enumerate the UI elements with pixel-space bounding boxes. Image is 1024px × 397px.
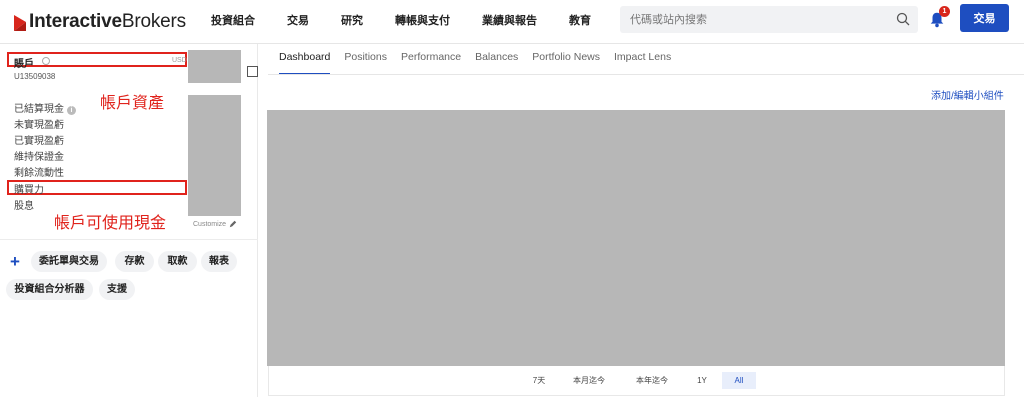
nav-performance-reports[interactable]: 業績與報告 [482,12,537,28]
metric-maintenance-margin: 維持保證金 [14,152,64,163]
collapse-panel-icon[interactable] [247,66,258,77]
add-edit-widgets-link[interactable]: 添加/編輯小組件 [931,87,1004,102]
metric-unrealized-pnl: 未實現盈虧 [14,120,64,131]
reports-button[interactable]: 報表 [201,251,237,272]
brand-name: InteractiveBrokers [29,11,186,32]
add-icon[interactable]: + [10,252,20,272]
annotation-account-assets: 帳戶資產 [100,95,165,112]
brand-logo[interactable]: InteractiveBrokers [14,11,186,33]
search-icon[interactable] [896,12,910,26]
annotation-available-cash: 帳戶可使用現金 [54,215,167,232]
notifications-bell[interactable]: 1 [928,6,950,29]
customize-link[interactable]: Customize [193,220,237,228]
account-id: U13509038 [14,72,56,81]
portfolio-analyst-button[interactable]: 投資組合分析器 [6,279,93,300]
hide-eye-icon[interactable] [42,57,50,65]
account-title[interactable]: 賬戶 [14,55,34,70]
divider [0,239,258,240]
logo-mark-icon [14,15,26,31]
redacted-dashboard-content [267,110,1005,366]
search-box [620,6,918,33]
nav-trade[interactable]: 交易 [287,12,309,28]
top-navbar: InteractiveBrokers 投資組合 交易 研究 轉帳與支付 業績與報… [0,0,1024,44]
redacted-balance [188,50,241,83]
support-button[interactable]: 支援 [99,279,135,300]
main-nav: 投資組合 交易 研究 轉帳與支付 業績與報告 教育 [211,0,623,40]
pencil-icon [229,220,237,228]
range-7d[interactable]: 7天 [527,372,551,389]
search-input[interactable] [630,6,890,33]
metric-settled-cash: 已結算現金 i [14,100,76,115]
tab-dashboard[interactable]: Dashboard [279,51,331,75]
nav-research[interactable]: 研究 [341,12,363,28]
range-1y[interactable]: 1Y [692,372,712,389]
trade-button[interactable]: 交易 [960,4,1009,32]
deposit-button[interactable]: 存款 [115,251,154,272]
withdraw-button[interactable]: 取款 [158,251,197,272]
account-currency: USD [172,57,187,64]
metric-dividends: 股息 [14,201,34,212]
main-tabs: Dashboard Positions Performance Balances… [279,51,685,75]
nav-transfer-pay[interactable]: 轉帳與支付 [395,12,450,28]
tab-balances[interactable]: Balances [475,51,518,75]
account-sidebar: 賬戶 USD U13509038 帳戶資產 已結算現金 i 未實現盈虧 已實現盈虧… [0,44,258,397]
tab-positions[interactable]: Positions [344,51,387,75]
tabs-divider [268,74,1024,75]
metric-excess-liquidity: 剩餘流動性 [14,168,64,179]
range-mtd[interactable]: 本月迄今 [568,372,610,389]
metric-realized-pnl: 已實現盈虧 [14,136,64,147]
metric-buying-power: 購買力 [14,185,44,196]
highlight-box-account [7,52,187,67]
orders-trades-button[interactable]: 委託單與交易 [31,251,107,272]
nav-education[interactable]: 教育 [569,12,591,28]
info-icon[interactable]: i [67,106,76,115]
redacted-values [188,95,241,216]
tab-impact-lens[interactable]: Impact Lens [614,51,671,75]
range-ytd[interactable]: 本年迄今 [631,372,673,389]
notification-count-badge: 1 [939,6,950,17]
tab-portfolio-news[interactable]: Portfolio News [532,51,600,75]
nav-portfolio[interactable]: 投資組合 [211,12,255,28]
range-all[interactable]: All [722,372,756,389]
tab-performance[interactable]: Performance [401,51,461,75]
